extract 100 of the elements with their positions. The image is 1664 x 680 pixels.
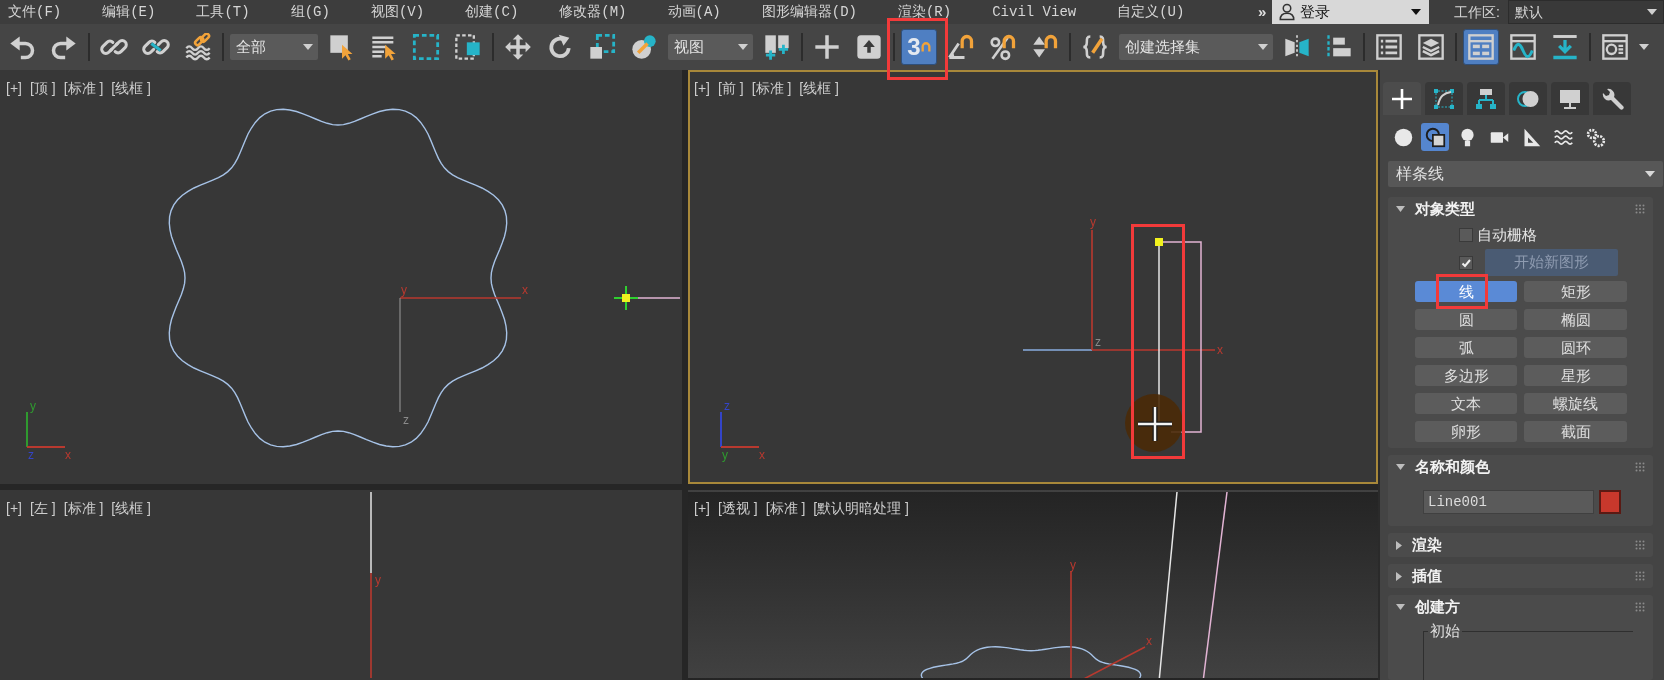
- panel-tab[interactable]: [1425, 82, 1463, 115]
- percent-magnet-icon: [989, 33, 1017, 61]
- viewport-menu-label[interactable]: [+]: [6, 80, 22, 97]
- viewport-menu-label[interactable]: [+]: [694, 80, 710, 97]
- viewport-menu-label[interactable]: [前 ]: [717, 80, 744, 97]
- viewport-menu-label[interactable]: [线框 ]: [111, 80, 151, 97]
- viewport[interactable]: [+] [顶 ] [标准 ] [线框 ] y x z y z x: [0, 70, 682, 484]
- caret-icon: [1645, 171, 1655, 177]
- material-window-icon: [1601, 33, 1629, 61]
- grip-icon: [1635, 462, 1645, 472]
- checkbox[interactable]: [1459, 228, 1473, 242]
- menu-item[interactable]: 视图(V): [370, 0, 425, 24]
- login-dropdown[interactable]: 登录: [1272, 0, 1430, 24]
- dashed-square-fill-icon: [454, 33, 482, 61]
- menu-item[interactable]: 自定义(U): [1117, 0, 1185, 24]
- menu-item[interactable]: 工具(T): [196, 0, 250, 24]
- crosshair-icon: [813, 33, 841, 61]
- shape-type-button[interactable]: 星形: [1524, 365, 1627, 386]
- viewport-menu-label[interactable]: [标准 ]: [63, 500, 104, 517]
- overflow-button[interactable]: »: [1258, 0, 1271, 24]
- viewport-menu-label[interactable]: [线框 ]: [111, 500, 151, 517]
- axis-label: z: [724, 399, 730, 413]
- ribbon-window-icon: [1467, 33, 1495, 61]
- axis-label: x: [759, 448, 765, 462]
- viewport[interactable]: [+] [透视 ] [标准 ] [默认明暗处理 ] y x: [688, 490, 1378, 680]
- name-field[interactable]: Line001: [1423, 490, 1594, 514]
- menu-item[interactable]: 图形编辑器(D): [761, 0, 857, 24]
- shape-type-button[interactable]: 矩形: [1524, 281, 1627, 302]
- magnet-icon: [920, 41, 931, 53]
- viewport-menu-label[interactable]: [标准 ]: [765, 500, 806, 517]
- menu-item[interactable]: Civil View: [992, 0, 1077, 24]
- selection-filter-dropdown[interactable]: 全部: [230, 34, 318, 60]
- viewport[interactable]: [+] [前 ] [标准 ] [线框 ] y z x z y x: [688, 70, 1378, 484]
- move-icon: [504, 33, 532, 61]
- rubber-band-line: [635, 297, 680, 299]
- shape-type-button[interactable]: 圆环: [1524, 337, 1627, 358]
- reference-coordinate-dropdown[interactable]: 视图: [668, 34, 753, 60]
- caret-icon: [1411, 9, 1422, 15]
- shape-type-button[interactable]: 文本: [1415, 393, 1517, 414]
- menu-item[interactable]: 组(G): [290, 0, 330, 24]
- viewport-menu-label[interactable]: [透视 ]: [717, 500, 758, 517]
- menu-item[interactable]: 创建(C): [465, 0, 519, 24]
- rollout-title[interactable]: 渲染: [1412, 536, 1442, 554]
- viewport-menu-label[interactable]: [默认明暗处理 ]: [813, 500, 909, 517]
- ribbon-toggle-button[interactable]: [1463, 29, 1499, 65]
- object-category-dropdown[interactable]: 样条线: [1388, 161, 1663, 187]
- grip-icon: [1635, 571, 1645, 581]
- panel-tab[interactable]: [1593, 82, 1631, 115]
- axis-label: y: [722, 448, 728, 462]
- viewport-menu-label[interactable]: [+]: [6, 500, 22, 517]
- group-label: 初始: [1428, 622, 1462, 640]
- vertex-marker: [1155, 238, 1163, 246]
- named-selection-dropdown[interactable]: 创建选择集: [1119, 34, 1273, 60]
- menu-item[interactable]: 编辑(E): [102, 0, 156, 24]
- shape-type-button[interactable]: 截面: [1524, 421, 1627, 442]
- viewport-menu-label[interactable]: [标准 ]: [751, 80, 792, 97]
- panel-tab[interactable]: [1383, 82, 1421, 115]
- shape-type-button[interactable]: 螺旋线: [1524, 393, 1627, 414]
- viewport-menu-label[interactable]: [线框 ]: [799, 80, 839, 97]
- rollout-title[interactable]: 创建方: [1415, 598, 1460, 616]
- checkbox-label: 自动栅格: [1477, 224, 1537, 245]
- shape-type-button[interactable]: 多边形: [1415, 365, 1517, 386]
- workspace-dropdown[interactable]: 默认: [1508, 0, 1664, 24]
- grip-icon: [1635, 204, 1645, 214]
- angle-magnet-icon: [947, 33, 975, 61]
- dashed-square-icon: [412, 33, 440, 61]
- caret-icon: [1647, 9, 1657, 15]
- panel-tab[interactable]: [1509, 82, 1547, 115]
- curve-box-icon: [1432, 86, 1456, 111]
- rollout-title[interactable]: 插值: [1412, 567, 1442, 585]
- menu-item[interactable]: 文件(F): [8, 0, 62, 24]
- rotate-icon: [546, 33, 574, 61]
- axis-label: y: [375, 573, 381, 587]
- highlight-frame: [1436, 274, 1488, 309]
- viewport[interactable]: [+] [左 ] [标准 ] [线框 ] y: [0, 490, 682, 680]
- caret-icon: [738, 44, 748, 50]
- menu-item[interactable]: 动画(A): [667, 0, 721, 24]
- panel-tab[interactable]: [1467, 82, 1505, 115]
- braces-pencil-icon: [1081, 33, 1109, 61]
- color-swatch[interactable]: [1599, 490, 1621, 514]
- shape-type-button[interactable]: 卵形: [1415, 421, 1517, 442]
- rollout-title[interactable]: 名称和颜色: [1415, 458, 1490, 476]
- viewport-menu-label[interactable]: [顶 ]: [29, 80, 56, 97]
- curve-window-icon: [1509, 33, 1537, 61]
- axis-label: x: [65, 448, 71, 462]
- up-arrow-key-icon: [855, 33, 883, 61]
- viewport-menu-label[interactable]: [+]: [694, 500, 710, 517]
- hierarchy-icon: [1474, 86, 1498, 111]
- shape-type-button[interactable]: 圆: [1415, 309, 1517, 330]
- menu-item[interactable]: 渲染(R): [897, 0, 952, 24]
- list-cursor-icon: [370, 33, 398, 61]
- category-button[interactable]: [1421, 123, 1449, 151]
- layers-window-icon: [1417, 33, 1445, 61]
- panel-tab[interactable]: [1551, 82, 1589, 115]
- rollout-title[interactable]: 对象类型: [1415, 200, 1475, 218]
- menu-item[interactable]: 修改器(M): [559, 0, 627, 24]
- viewport-menu-label[interactable]: [左 ]: [29, 500, 56, 517]
- shape-type-button[interactable]: 椭圆: [1524, 309, 1627, 330]
- viewport-menu-label[interactable]: [标准 ]: [63, 80, 104, 97]
- shape-type-button[interactable]: 弧: [1415, 337, 1517, 358]
